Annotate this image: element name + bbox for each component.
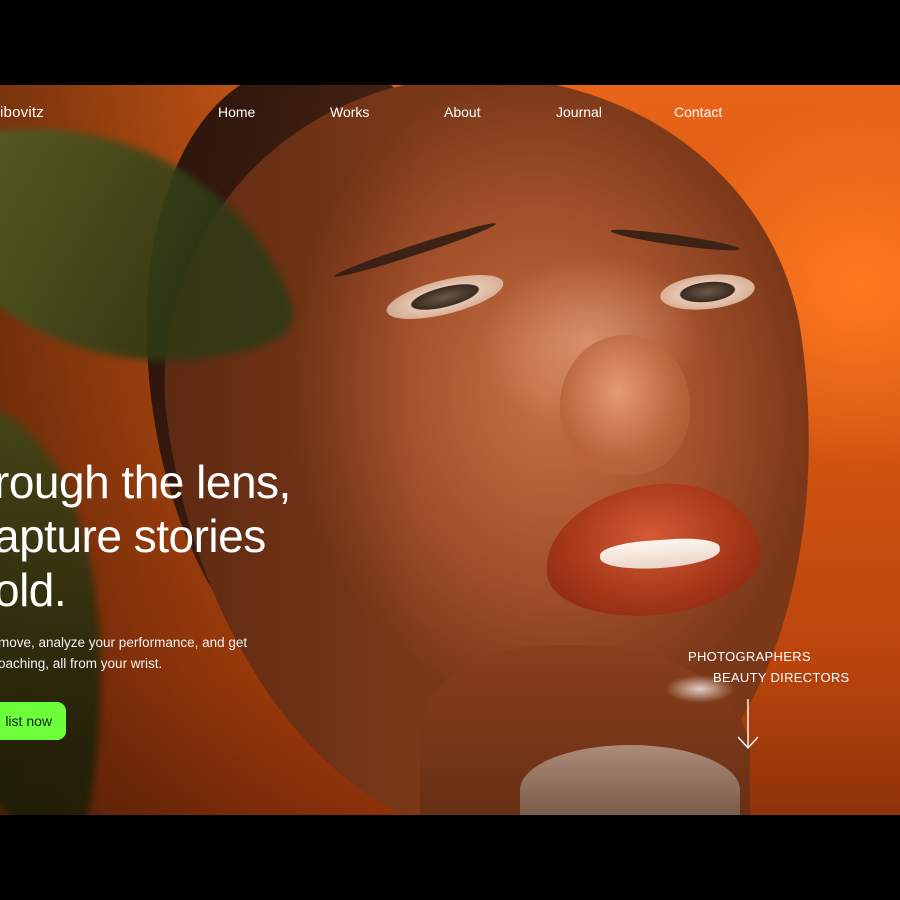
hero-subtext: move, analyze your performance, and get … [0, 632, 247, 674]
role-beauty-directors: BEAUTY DIRECTORS [713, 670, 850, 685]
subtext-line-2: oaching, all from your wrist. [0, 656, 163, 671]
nav-home[interactable]: Home [218, 104, 255, 120]
nose-shape [560, 335, 690, 475]
role-photographers: PHOTOGRAPHERS [688, 649, 811, 664]
headline-line-1: rough the lens, [0, 456, 291, 508]
nav-contact[interactable]: Contact [674, 104, 722, 120]
cta-button[interactable]: list now [0, 702, 66, 740]
nav-works[interactable]: Works [330, 104, 369, 120]
hero-photo [0, 85, 900, 815]
subtext-line-1: move, analyze your performance, and get [0, 635, 248, 650]
headline-line-3: old. [0, 564, 67, 616]
main-nav: Home Works About Journal Contact [0, 104, 900, 124]
arrow-down-icon[interactable] [735, 697, 761, 751]
page-viewport: ibovitz Home Works About Journal Contact… [0, 0, 900, 900]
headline-line-2: apture stories [0, 510, 266, 562]
hero-headline: rough the lens, apture stories old. [0, 455, 291, 617]
nav-about[interactable]: About [444, 104, 481, 120]
nav-journal[interactable]: Journal [556, 104, 602, 120]
